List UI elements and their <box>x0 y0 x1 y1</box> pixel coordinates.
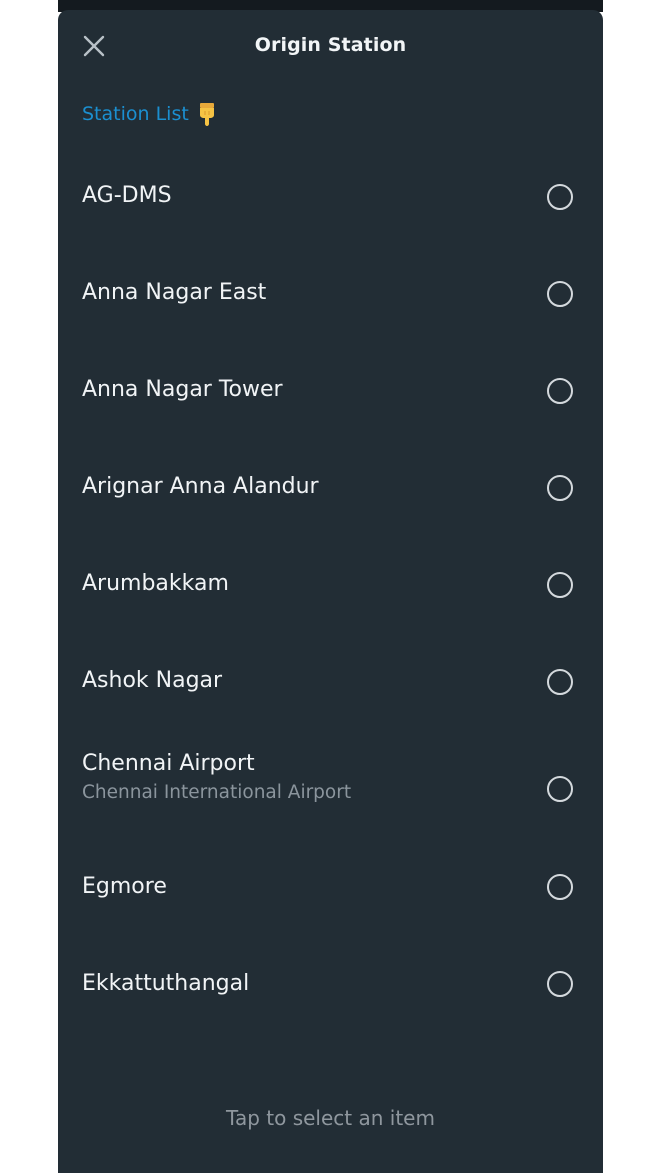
station-name: Arignar Anna Alandur <box>82 474 319 499</box>
station-name: Anna Nagar East <box>82 280 267 305</box>
radio-button[interactable] <box>547 281 573 307</box>
station-name: AG-DMS <box>82 183 172 208</box>
list-item[interactable]: AG-DMS <box>58 149 603 246</box>
footer-hint: Tap to select an item <box>226 1106 435 1130</box>
sheet-header: Origin Station <box>58 10 603 82</box>
list-item[interactable]: Ekkattuthangal <box>58 935 603 1032</box>
station-name: Anna Nagar Tower <box>82 377 283 402</box>
list-item[interactable]: Egmore <box>58 838 603 935</box>
radio-button[interactable] <box>547 378 573 404</box>
radio-button[interactable] <box>547 184 573 210</box>
station-list-label: Station List <box>82 102 217 126</box>
station-name: Chennai Airport <box>82 751 255 776</box>
radio-button[interactable] <box>547 971 573 997</box>
list-item[interactable]: Arignar Anna Alandur <box>58 440 603 537</box>
station-name: Ekkattuthangal <box>82 971 250 996</box>
station-list[interactable]: AG-DMS Anna Nagar East Anna Nagar Tower … <box>58 149 603 1069</box>
list-item[interactable]: Anna Nagar East <box>58 246 603 343</box>
station-name: Arumbakkam <box>82 571 229 596</box>
station-list-label-text: Station List <box>82 103 189 125</box>
station-subtitle: Chennai International Airport <box>82 782 352 803</box>
radio-button[interactable] <box>547 475 573 501</box>
list-item[interactable]: Chennai Airport Chennai International Ai… <box>58 731 603 828</box>
bottom-sheet: Origin Station Station List AG-DMS Anna … <box>58 10 603 1173</box>
pointing-down-icon <box>199 103 214 126</box>
sheet-title: Origin Station <box>254 34 407 56</box>
list-item[interactable]: Anna Nagar Tower <box>58 343 603 440</box>
radio-button[interactable] <box>547 572 573 598</box>
list-item[interactable]: Arumbakkam <box>58 537 603 634</box>
station-name: Ashok Nagar <box>82 668 223 693</box>
radio-button[interactable] <box>547 669 573 695</box>
station-name: Egmore <box>82 874 167 899</box>
sheet-footer: Tap to select an item <box>58 1066 603 1173</box>
radio-button[interactable] <box>547 776 573 802</box>
list-item[interactable]: Ashok Nagar <box>58 634 603 731</box>
radio-button[interactable] <box>547 874 573 900</box>
